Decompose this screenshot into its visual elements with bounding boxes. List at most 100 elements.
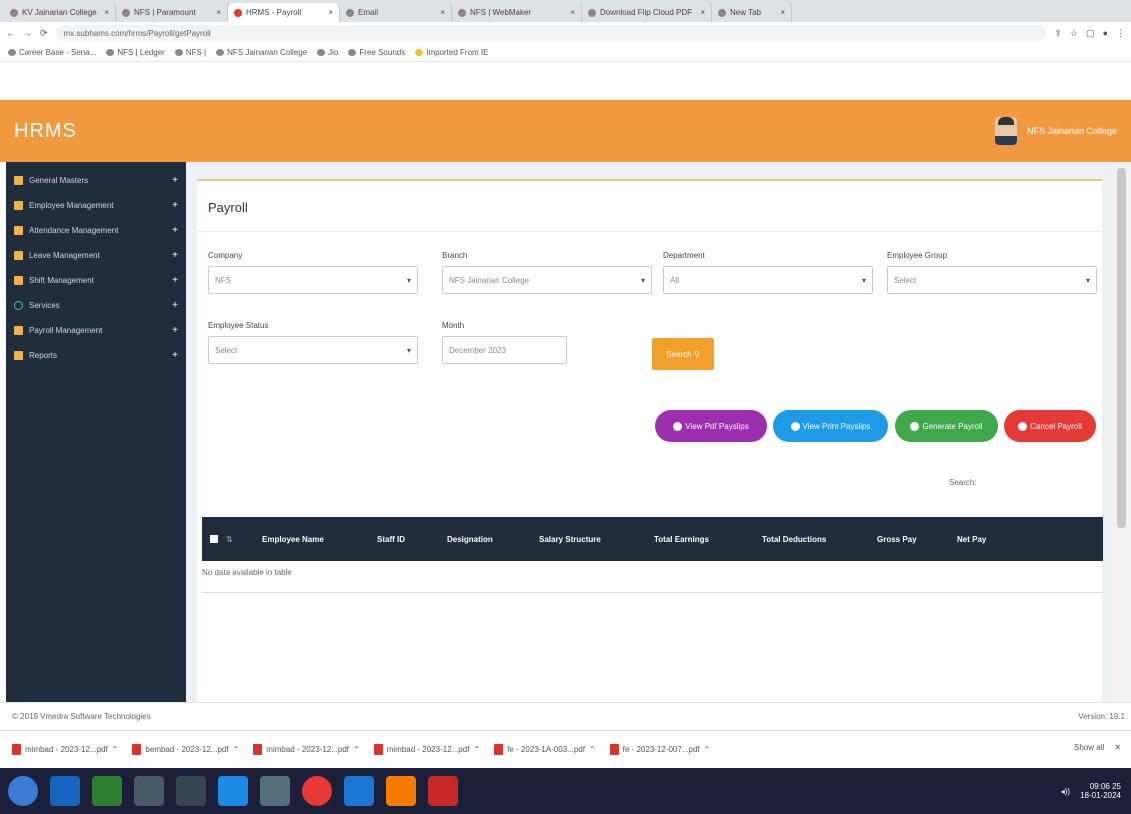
company-select[interactable]: NFS ▾ (208, 266, 418, 294)
browser-tab[interactable]: Email × (340, 3, 452, 22)
browser-tab[interactable]: Download Flip Cloud PDF × (582, 3, 712, 22)
profile-icon[interactable]: ● (1103, 28, 1108, 38)
app-icon[interactable] (218, 776, 248, 806)
app-icon[interactable] (344, 776, 374, 806)
column-header[interactable]: Total Deductions (754, 535, 869, 544)
download-item[interactable]: fe - 2023-1A-003...pdf ⌃ (494, 744, 596, 755)
view-print-payslips-button[interactable]: View Print Payslips (773, 410, 888, 442)
browser-tab[interactable]: NFS | Paramount × (116, 3, 228, 22)
view-pdf-payslips-button[interactable]: View Pdf Payslips (655, 410, 767, 442)
download-item[interactable]: mimbad - 2023-12...pdf ⌃ (373, 744, 480, 755)
cancel-payroll-button[interactable]: Cancel Payroll (1004, 410, 1096, 442)
sidebar-item-leave-management[interactable]: Leave Management + (6, 243, 186, 268)
bookmark[interactable]: Imported From IE (415, 48, 488, 57)
column-header[interactable]: Salary Structure (531, 535, 646, 544)
app-icon[interactable] (260, 776, 290, 806)
clock[interactable]: 09:06 25 18-01-2024 (1080, 782, 1121, 800)
eye-icon (790, 421, 800, 431)
browser-tab-strip: KV Jainarian College × NFS | Paramount × H… (0, 0, 1131, 22)
brand-logo[interactable]: HRMS (14, 120, 77, 143)
sort-icon[interactable]: ⇅ (218, 535, 254, 544)
column-header[interactable]: Staff ID (369, 535, 439, 544)
scrollbar[interactable] (1112, 162, 1131, 702)
show-all-downloads-link[interactable]: Show all (1074, 743, 1104, 752)
close-icon[interactable]: × (780, 8, 785, 17)
sidebar-item-reports[interactable]: Reports + (6, 343, 186, 368)
table-search-label[interactable]: Search: (949, 478, 977, 487)
browser-tab[interactable]: NFS | WebMaker × (452, 3, 582, 22)
bookmark[interactable]: Free Sounds (348, 48, 405, 57)
bookmark[interactable]: NFS | (174, 48, 206, 57)
close-icon[interactable]: × (700, 8, 705, 17)
employee-status-select[interactable]: Select ▾ (208, 336, 418, 364)
column-header[interactable]: Total Earnings (646, 535, 754, 544)
folder-icon[interactable] (176, 776, 206, 806)
month-input[interactable]: December 2023 (442, 336, 567, 364)
column-header[interactable]: Gross Pay (869, 535, 949, 544)
user-menu[interactable]: NFS Jainarian College (994, 117, 1117, 145)
main-content: Payroll Company NFS ▾ Branch NFS Jainaria… (186, 162, 1112, 702)
search-button[interactable]: Search ⚲ (652, 338, 714, 370)
firefox-icon[interactable] (386, 776, 416, 806)
app-icon[interactable] (50, 776, 80, 806)
close-icon[interactable]: × (440, 8, 445, 17)
share-icon[interactable]: ⇪ (1054, 28, 1062, 39)
download-item[interactable]: mimbad - 2023-12...pdf ⌃ (12, 744, 118, 755)
pdf-icon (12, 744, 21, 755)
app-icon[interactable] (134, 776, 164, 806)
close-icon[interactable]: × (216, 8, 221, 17)
scrollbar-thumb[interactable] (1117, 168, 1126, 528)
department-select[interactable]: All ▾ (663, 266, 873, 294)
sidebar-item-employee-management[interactable]: Employee Management + (6, 193, 186, 218)
app-icon[interactable] (92, 776, 122, 806)
column-header[interactable]: Employee Name (254, 535, 369, 544)
sidebar-item-shift-management[interactable]: Shift Management + (6, 268, 186, 293)
column-header[interactable]: Net Pay (949, 535, 1009, 544)
sidebar-item-label: Reports (29, 351, 58, 360)
bookmark[interactable]: Career Base - Sena... (8, 48, 96, 57)
sidebar-item-payroll-management[interactable]: Payroll Management + (6, 318, 186, 343)
generate-payroll-button[interactable]: Generate Payroll (895, 410, 998, 442)
browser-tab[interactable]: KV Jainarian College × (4, 3, 116, 22)
volume-icon[interactable]: ◂)) (1061, 787, 1070, 796)
download-item[interactable]: bembad - 2023-12...pdf ⌃ (132, 744, 239, 755)
download-name: fe - 2023-12-007...pdf (622, 745, 700, 754)
extensions-icon[interactable]: ▢ (1086, 28, 1095, 39)
select-all-checkbox[interactable] (210, 535, 218, 543)
sidebar-item-label: Shift Management (29, 276, 94, 285)
download-item[interactable]: mimbad - 2023-12...pdf ⌃ (253, 744, 360, 755)
menu-icon[interactable]: ⋮ (1116, 28, 1125, 39)
download-item[interactable]: fe - 2023-12-007...pdf ⌃ (609, 744, 710, 755)
sidebar-item-attendance-management[interactable]: Attendance Management + (6, 218, 186, 243)
windows-taskbar: ◂)) 09:06 25 18-01-2024 (0, 768, 1131, 814)
start-icon[interactable] (8, 776, 38, 806)
acrobat-icon[interactable] (428, 776, 458, 806)
forward-icon[interactable]: → (23, 28, 32, 38)
reload-icon[interactable]: ⟳ (40, 28, 48, 39)
sidebar-item-label: Employee Management (29, 201, 114, 210)
close-icon[interactable]: × (570, 8, 575, 17)
back-icon[interactable]: ← (6, 28, 15, 38)
button-label: Generate Payroll (922, 421, 983, 431)
branch-select[interactable]: NFS Jainarian College ▾ (442, 266, 652, 294)
employee-group-select[interactable]: Select ▾ (887, 266, 1097, 294)
close-icon[interactable]: × (104, 8, 109, 17)
close-icon[interactable]: × (328, 8, 333, 17)
sidebar-item-general-masters[interactable]: General Masters + (6, 168, 186, 193)
users-icon (14, 201, 23, 210)
column-header[interactable]: Designation (439, 535, 531, 544)
tab-title: New Tab (730, 8, 761, 17)
bookmark[interactable]: Jio (317, 48, 338, 57)
sidebar-item-label: Attendance Management (29, 226, 119, 235)
url-field[interactable]: mx.subhams.com/hrms/Payroll/getPayroll (55, 25, 1047, 41)
bookmark[interactable]: NFS Jainarian College (216, 48, 307, 57)
app-header: HRMS NFS Jainarian College (0, 100, 1131, 162)
browser-tab-active[interactable]: HRMS - Payroll × (228, 3, 340, 22)
star-icon[interactable]: ☆ (1070, 28, 1078, 39)
sidebar-item-services[interactable]: Services + (6, 293, 186, 318)
chrome-icon[interactable] (302, 776, 332, 806)
pdf-icon (253, 744, 263, 755)
close-icon[interactable]: ✕ (1114, 743, 1121, 752)
browser-tab[interactable]: New Tab × (712, 3, 792, 22)
bookmark[interactable]: NFS | Ledger (106, 48, 165, 57)
